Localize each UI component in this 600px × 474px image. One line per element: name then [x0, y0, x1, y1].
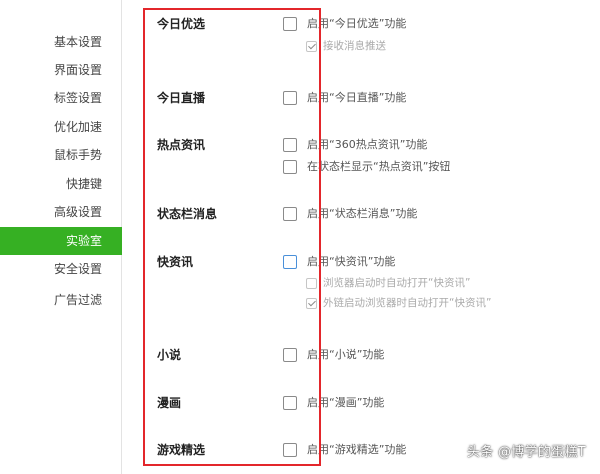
section-title-quick-news: 快资讯 — [157, 255, 194, 269]
option-label: 在状态栏显示“热点资讯”按钮 — [307, 160, 451, 173]
checkbox[interactable] — [306, 297, 317, 309]
checkbox[interactable] — [283, 348, 297, 362]
checkbox[interactable] — [283, 91, 297, 105]
option-label: 启用“状态栏消息”功能 — [307, 207, 418, 220]
sidebar-item-ad-filter[interactable]: 广告过滤 — [0, 286, 122, 314]
option-label: 启用“漫画”功能 — [307, 396, 385, 409]
option-open-quick-news-on-start[interactable]: 浏览器启动时自动打开“快资讯” — [306, 275, 470, 291]
sidebar-item-lab[interactable]: 实验室 — [0, 227, 122, 255]
option-enable-today-live[interactable]: 启用“今日直播”功能 — [283, 90, 406, 106]
checkbox[interactable] — [306, 277, 317, 289]
sidebar-item-basic[interactable]: 基本设置 — [0, 28, 122, 56]
option-receive-push[interactable]: 接收消息推送 — [306, 38, 386, 54]
option-enable-comics[interactable]: 启用“漫画”功能 — [283, 395, 384, 411]
option-enable-novels[interactable]: 启用“小说”功能 — [283, 347, 384, 363]
option-label: 接收消息推送 — [323, 40, 386, 52]
checkbox[interactable] — [283, 443, 297, 457]
option-enable-quick-news[interactable]: 启用“快资讯”功能 — [283, 254, 395, 270]
sidebar-item-shortcuts[interactable]: 快捷键 — [0, 170, 122, 198]
option-enable-hot-news[interactable]: 启用“360热点资讯”功能 — [283, 137, 427, 153]
sidebar-item-advanced[interactable]: 高级设置 — [0, 198, 122, 226]
section-title-today-live: 今日直播 — [157, 91, 206, 105]
option-label: 浏览器启动时自动打开“快资讯” — [323, 277, 471, 289]
section-title-novels: 小说 — [157, 348, 182, 362]
settings-sidebar: 基本设置 界面设置 标签设置 优化加速 鼠标手势 快捷键 高级设置 实验室 安全… — [0, 0, 122, 474]
option-label: 外链启动浏览器时自动打开“快资讯” — [323, 297, 492, 309]
section-title-comics: 漫画 — [157, 396, 182, 410]
option-enable-game-picks[interactable]: 启用“游戏精选”功能 — [283, 442, 406, 458]
option-statusbar-hot-news-button[interactable]: 在状态栏显示“热点资讯”按钮 — [283, 159, 450, 175]
option-label: 启用“今日直播”功能 — [307, 91, 407, 104]
option-enable-today-picks[interactable]: 启用“今日优选”功能 — [283, 16, 406, 32]
section-title-game-picks: 游戏精选 — [157, 443, 206, 457]
option-label: 启用“游戏精选”功能 — [307, 443, 407, 456]
checkbox[interactable] — [283, 396, 297, 410]
checkbox[interactable] — [283, 17, 297, 31]
sidebar-item-optimize[interactable]: 优化加速 — [0, 113, 122, 141]
checkbox[interactable] — [283, 160, 297, 174]
lab-settings-panel: 今日优选 启用“今日优选”功能 接收消息推送 今日直播 启用“今日直播”功能 热… — [123, 0, 600, 474]
option-enable-statusbar-messages[interactable]: 启用“状态栏消息”功能 — [283, 206, 417, 222]
sidebar-item-interface[interactable]: 界面设置 — [0, 56, 122, 84]
checkbox[interactable] — [283, 207, 297, 221]
option-label: 启用“今日优选”功能 — [307, 17, 407, 30]
option-label: 启用“小说”功能 — [307, 348, 385, 361]
section-title-hot-news: 热点资讯 — [157, 138, 206, 152]
watermark: 头条 @博学的蛋糕T — [466, 445, 586, 460]
checkbox[interactable] — [306, 40, 317, 52]
checkbox[interactable] — [283, 138, 297, 152]
sidebar-item-tabs[interactable]: 标签设置 — [0, 84, 122, 112]
sidebar-item-mouse-gestures[interactable]: 鼠标手势 — [0, 141, 122, 169]
section-title-today-picks: 今日优选 — [157, 17, 206, 31]
option-label: 启用“快资讯”功能 — [307, 255, 396, 268]
section-title-statusbar-messages: 状态栏消息 — [157, 207, 218, 221]
checkbox[interactable] — [283, 255, 297, 269]
option-open-quick-news-on-external-link[interactable]: 外链启动浏览器时自动打开“快资讯” — [306, 295, 491, 311]
option-label: 启用“360热点资讯”功能 — [307, 138, 428, 151]
sidebar-item-security[interactable]: 安全设置 — [0, 255, 122, 283]
